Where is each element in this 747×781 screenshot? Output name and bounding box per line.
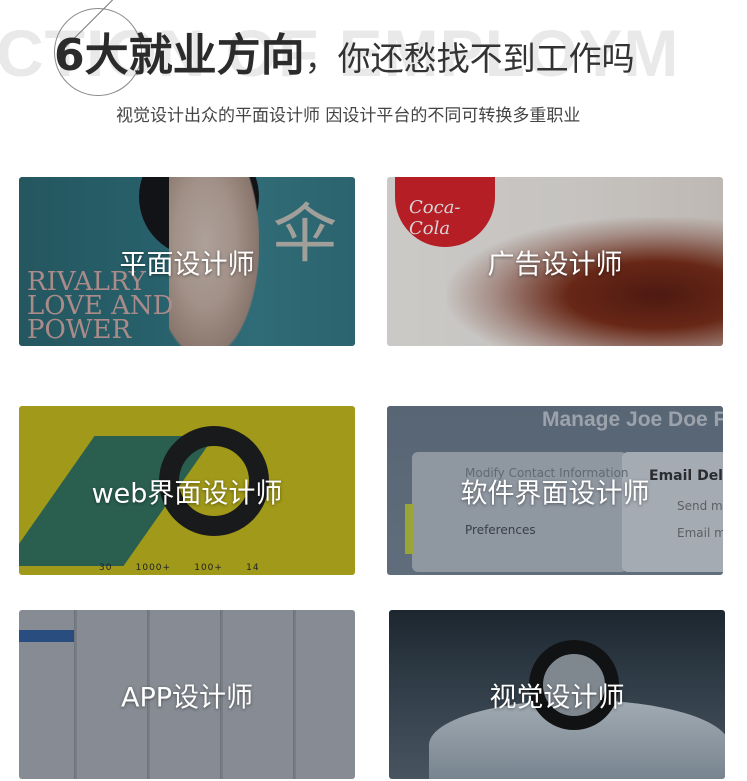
card-label: 广告设计师 bbox=[487, 249, 623, 280]
section-subtitle: 视觉设计出众的平面设计师 因设计平台的不同可转换多重职业 bbox=[116, 106, 581, 126]
section-heading: 6大就业方向，你还愁找不到工作吗 bbox=[54, 26, 635, 95]
heading-main: 6大就业方向 bbox=[54, 30, 305, 81]
card-graphic-designer[interactable]: 伞 RIVALRY LOVE AND POWER 平面设计师 bbox=[19, 177, 355, 346]
card-label: APP设计师 bbox=[120, 682, 254, 713]
card-app-designer[interactable]: APP设计师 bbox=[19, 610, 355, 779]
card-visual-designer[interactable]: 视觉设计师 bbox=[389, 610, 725, 779]
card-web-designer[interactable]: 30 1000+ 100+ 14 web界面设计师 bbox=[19, 406, 355, 575]
card-label: web界面设计师 bbox=[91, 478, 283, 509]
card-label: 软件界面设计师 bbox=[460, 478, 650, 509]
card-software-ui-designer[interactable]: Manage Joe Doe F Modify Contact Informat… bbox=[387, 406, 723, 575]
card-label: 平面设计师 bbox=[119, 249, 255, 280]
heading-sub: ，你还愁找不到工作吗 bbox=[304, 39, 635, 78]
card-label: 视觉设计师 bbox=[489, 682, 625, 713]
card-advertising-designer[interactable]: Coca-Cola 广告设计师 bbox=[387, 177, 723, 346]
